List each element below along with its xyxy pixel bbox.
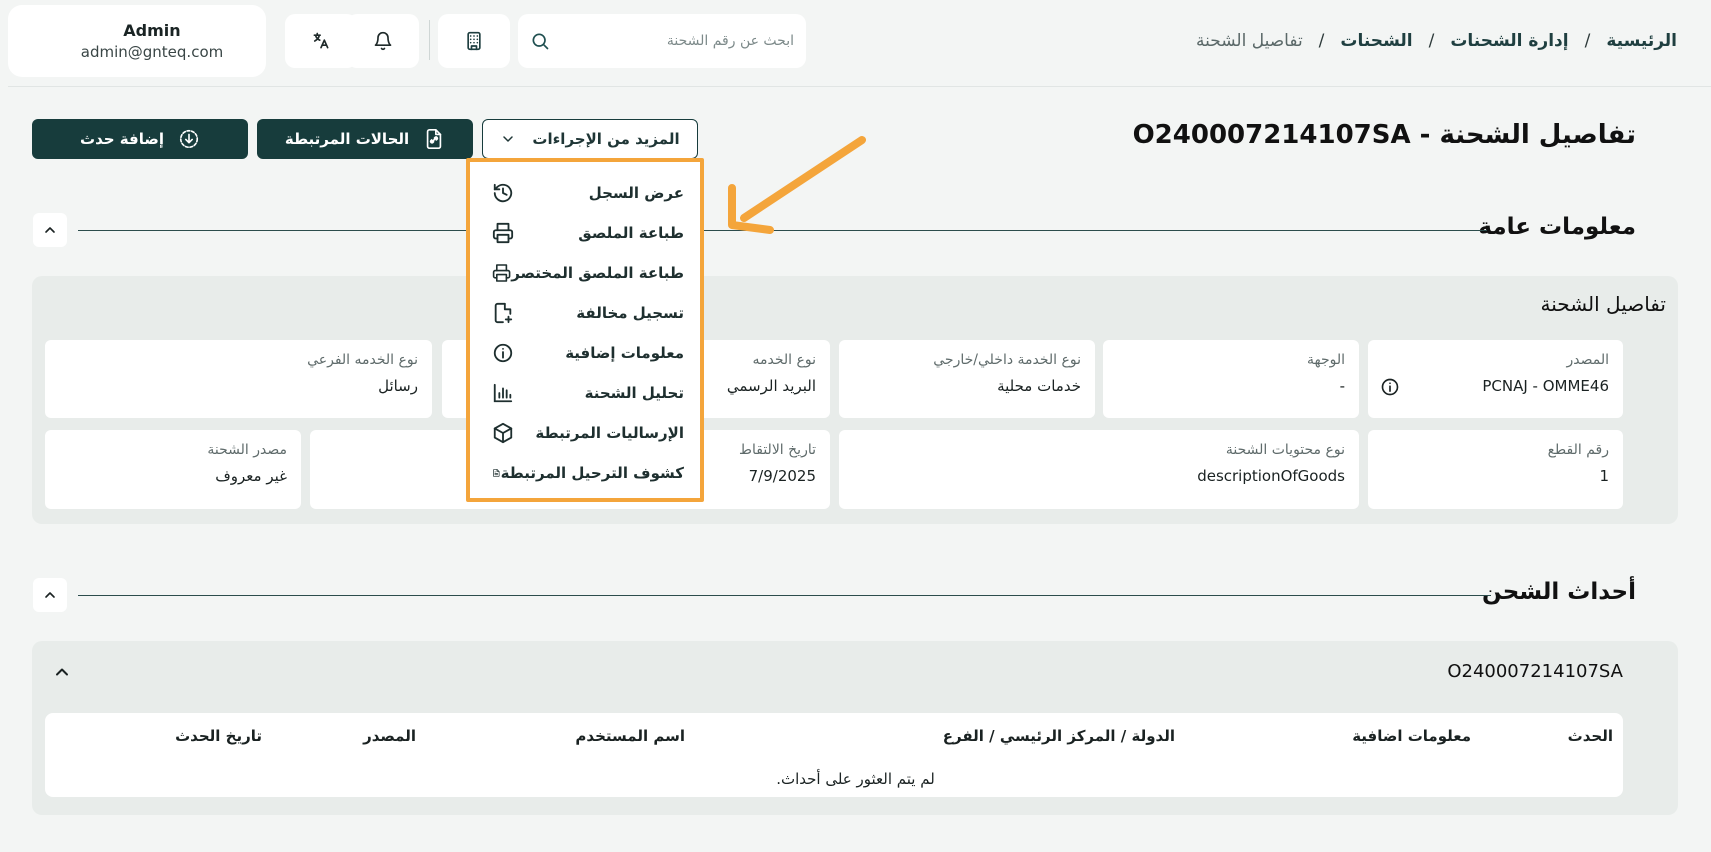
column-event-date: تاريخ الحدث <box>175 727 262 745</box>
linked-cases-label: الحالات المرتبطة <box>284 130 410 148</box>
search-icon <box>532 33 549 50</box>
column-location: الدولة / المركز الرئيسي / الفرع <box>942 727 1175 745</box>
linked-cases-button[interactable]: الحالات المرتبطة <box>257 119 473 159</box>
chevron-down-icon <box>503 136 514 142</box>
general-info-collapse-button[interactable] <box>33 213 67 247</box>
info-card-destination: الوجهة - <box>1103 340 1359 418</box>
document-icon <box>493 469 500 477</box>
more-actions-label: المزيد من الإجراءات <box>532 130 680 148</box>
bar-chart-icon <box>493 383 513 403</box>
user-email: admin@gnteq.com <box>80 43 224 61</box>
file-plus-icon <box>494 302 513 324</box>
chevron-up-icon[interactable] <box>52 662 72 682</box>
shipment-details-title: تفاصيل الشحنة <box>1540 292 1666 316</box>
info-card-pieces: رقم القطع 1 <box>1368 430 1623 509</box>
destination-label: الوجهة <box>1306 352 1345 368</box>
building-icon <box>467 31 481 51</box>
origin-label: المصدر <box>1566 352 1610 368</box>
menu-item-additional-info[interactable]: معلومات إضافية <box>492 338 684 368</box>
menu-item-label: طباعة الملصق <box>578 224 684 242</box>
more-actions-dropdown: عرض السجل طباعة الملصق طباعة الملصق المخ… <box>466 158 704 502</box>
download-circle-icon <box>179 129 199 149</box>
printer-icon <box>492 222 514 244</box>
notifications-button[interactable] <box>347 14 419 68</box>
header-divider <box>8 86 1711 87</box>
info-card-origin: المصدر PCNAJ - OMME46 <box>1368 340 1623 418</box>
service-subtype-label: نوع الخدمه الفرعي <box>307 352 418 368</box>
package-icon <box>493 422 513 444</box>
info-card-shipment-source: مصدر الشحنة غير معروف <box>45 430 301 509</box>
breadcrumb-separator: / <box>1318 31 1325 51</box>
service-subtype-value: رسائل <box>378 377 418 395</box>
annotation-arrow-icon <box>728 136 866 234</box>
service-scope-value: خدمات محلية <box>997 377 1081 395</box>
column-username: اسم المستخدم <box>575 727 685 745</box>
menu-item-print-short-label[interactable]: طباعة الملصق المختصر <box>492 258 684 288</box>
breadcrumb-separator: / <box>1584 31 1591 51</box>
history-icon <box>493 183 513 203</box>
add-event-label: إضافة حدث <box>80 130 164 148</box>
menu-item-register-violation[interactable]: تسجيل مخالفة <box>492 298 684 328</box>
menu-item-label: تحليل الشحنة <box>584 384 684 402</box>
events-empty-message: لم يتم العثور على أحداث. <box>776 770 935 788</box>
menu-item-shipment-analysis[interactable]: تحليل الشحنة <box>492 378 684 408</box>
shipment-source-label: مصدر الشحنة <box>207 442 287 458</box>
header-vertical-divider <box>429 20 430 60</box>
menu-item-label: تسجيل مخالفة <box>576 304 684 322</box>
info-card-contents-type: نوع محتويات الشحنة descriptionOfGoods <box>839 430 1359 509</box>
chevron-up-icon <box>45 592 55 598</box>
menu-item-linked-consignments[interactable]: الإرساليات المرتبطة <box>492 418 684 448</box>
shipping-events-title: أحداث الشحن <box>1482 579 1636 605</box>
breadcrumb-current: تفاصيل الشحنة <box>1196 31 1303 51</box>
column-event: الحدث <box>1567 727 1613 745</box>
search-box[interactable] <box>518 14 806 68</box>
chevron-up-icon <box>45 227 55 233</box>
add-event-button[interactable]: إضافة حدث <box>32 119 248 159</box>
file-link-icon <box>426 129 442 149</box>
breadcrumb-separator: / <box>1428 31 1435 51</box>
shipment-source-value: غير معروف <box>215 467 287 485</box>
menu-item-linked-manifests[interactable]: كشوف الترحيل المرتبطة <box>492 458 684 488</box>
info-icon <box>493 343 513 363</box>
info-card-service-scope: نوع الخدمة داخلي/خارجي خدمات محلية <box>839 340 1095 418</box>
bell-icon <box>374 31 392 51</box>
column-source: المصدر <box>363 727 416 745</box>
events-shipment-id: O240007214107SA <box>1447 661 1623 682</box>
breadcrumb: الرئيسية / إدارة الشحنات / الشحنات / تفا… <box>1196 26 1677 56</box>
info-card-service-subtype: نوع الخدمه الفرعي رسائل <box>45 340 432 418</box>
search-input[interactable] <box>564 33 794 49</box>
breadcrumb-shipments-management[interactable]: إدارة الشحنات <box>1450 31 1568 51</box>
menu-item-label: الإرساليات المرتبطة <box>535 424 684 442</box>
contents-type-label: نوع محتويات الشحنة <box>1225 442 1345 458</box>
shipping-events-collapse-button[interactable] <box>33 578 67 612</box>
service-scope-label: نوع الخدمة داخلي/خارجي <box>933 352 1081 368</box>
pieces-label: رقم القطع <box>1547 442 1609 458</box>
menu-item-print-label[interactable]: طباعة الملصق <box>492 218 684 248</box>
menu-item-label: معلومات إضافية <box>565 344 684 362</box>
shipping-events-divider <box>78 595 1491 596</box>
more-actions-button[interactable]: المزيد من الإجراءات <box>482 119 698 159</box>
pieces-value: 1 <box>1599 467 1609 485</box>
menu-item-label: طباعة الملصق المختصر <box>511 264 684 282</box>
translate-icon <box>313 32 329 49</box>
menu-item-label: عرض السجل <box>588 184 684 202</box>
menu-item-label: كشوف الترحيل المرتبطة <box>500 464 684 482</box>
user-card[interactable]: Admin admin@gnteq.com <box>8 5 266 77</box>
menu-item-view-history[interactable]: عرض السجل <box>492 178 684 208</box>
user-name: Admin <box>123 21 181 40</box>
column-additional-info: معلومات اضافية <box>1352 727 1471 745</box>
origin-value: PCNAJ - OMME46 <box>1482 377 1609 395</box>
general-info-title: معلومات عامة <box>1478 214 1636 240</box>
destination-value: - <box>1339 377 1345 395</box>
breadcrumb-home[interactable]: الرئيسية <box>1606 31 1677 51</box>
printer-icon <box>492 264 511 282</box>
organization-button[interactable] <box>438 14 510 68</box>
info-icon[interactable] <box>1380 377 1400 397</box>
contents-type-value: descriptionOfGoods <box>1197 467 1345 485</box>
page-title: تفاصيل الشحنة - O240007214107SA <box>1132 120 1636 150</box>
breadcrumb-shipments[interactable]: الشحنات <box>1340 31 1412 51</box>
